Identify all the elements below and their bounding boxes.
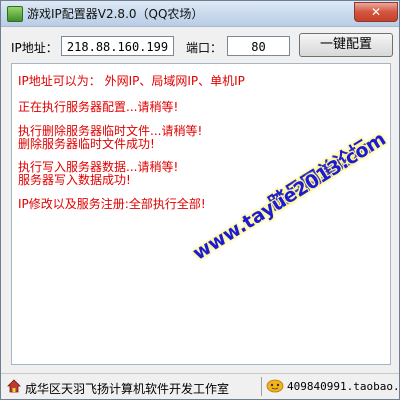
log-line: IP修改以及服务注册:全部执行全部! xyxy=(18,197,206,211)
log-output[interactable]: IP地址可以为： 外网IP、局域网IP、单机IP 正在执行服务器配置...请稍等… xyxy=(11,63,391,365)
port-label: 端口： xyxy=(186,41,223,55)
status-divider xyxy=(261,377,262,396)
ip-label: IP地址： xyxy=(11,41,58,55)
one-click-config-button[interactable]: 一键配置 xyxy=(299,33,393,57)
log-line: 删除服务器临时文件成功! xyxy=(18,137,155,151)
ip-address-input[interactable]: 218.88.160.199 xyxy=(61,36,174,56)
log-line: 服务器写入数据成功! xyxy=(18,173,131,187)
close-button[interactable]: ✕ xyxy=(354,2,398,22)
title-bar[interactable]: 游戏IP配置器V2.8.0（QQ农场） ✕ xyxy=(1,1,399,27)
status-bar: 成华区天羽飞扬计算机软件开发工作室 409840991.taobao.com xyxy=(1,373,399,399)
log-line: IP地址可以为： 外网IP、局域网IP、单机IP xyxy=(18,74,245,88)
home-icon xyxy=(7,379,21,393)
wangwang-icon xyxy=(266,379,284,393)
window-title: 游戏IP配置器V2.8.0（QQ农场） xyxy=(27,7,204,21)
log-line: 正在执行服务器配置...请稍等! xyxy=(18,100,179,114)
app-window: 游戏IP配置器V2.8.0（QQ农场） ✕ IP地址： 218.88.160.1… xyxy=(0,0,400,400)
studio-name: 成华区天羽飞扬计算机软件开发工作室 xyxy=(25,382,230,396)
shop-link[interactable]: 409840991.taobao.com xyxy=(287,380,399,393)
port-input[interactable]: 80 xyxy=(227,36,290,56)
app-icon xyxy=(7,6,23,22)
